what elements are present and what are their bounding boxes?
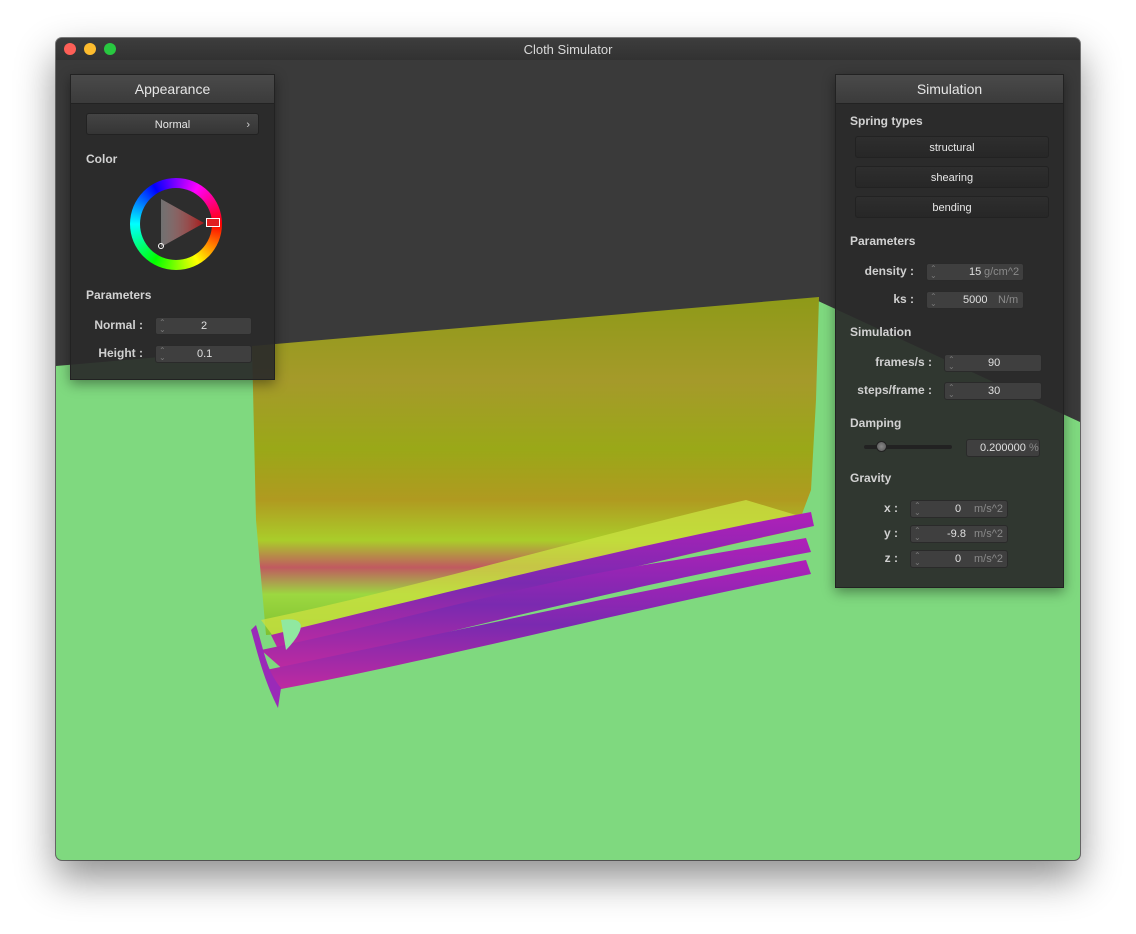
color-wheel[interactable] xyxy=(130,178,222,270)
gravity-y-unit: m/s^2 xyxy=(974,528,1003,540)
gravity-y-label: y : xyxy=(883,526,898,540)
spinner-arrows-icon[interactable]: ⌃ ⌄ xyxy=(930,293,937,308)
normal-input[interactable]: ⌃ ⌄ 2 xyxy=(155,317,252,335)
damping-input[interactable]: 0.200000 % xyxy=(966,439,1040,457)
damping-unit: % xyxy=(1029,442,1039,454)
gravity-z-input[interactable]: ⌃ ⌄ 0 m/s^2 xyxy=(910,550,1008,568)
shader-select[interactable]: Normal › xyxy=(86,113,259,135)
shearing-toggle[interactable]: shearing xyxy=(855,166,1049,188)
window-title: Cloth Simulator xyxy=(523,42,613,57)
density-value: 15 xyxy=(969,266,982,278)
spinner-arrows-icon[interactable]: ⌃ ⌄ xyxy=(159,319,166,334)
app-window: Cloth Simulator Appearance Normal › Colo… xyxy=(56,38,1080,860)
title-bar: Cloth Simulator xyxy=(56,38,1080,61)
spinner-arrows-icon[interactable]: ⌃ ⌄ xyxy=(930,265,937,280)
bending-toggle[interactable]: bending xyxy=(855,196,1049,218)
damping-slider-thumb[interactable] xyxy=(876,441,887,452)
3d-viewport[interactable]: Appearance Normal › Color Parameters Nor… xyxy=(56,60,1080,860)
spinner-arrows-icon[interactable]: ⌃ ⌄ xyxy=(159,347,166,362)
frames-per-second-input[interactable]: ⌃ ⌄ 90 xyxy=(944,354,1042,372)
steps-per-frame-label: steps/frame : xyxy=(857,383,932,397)
parameters-section-label: Parameters xyxy=(86,288,152,302)
gravity-x-input[interactable]: ⌃ ⌄ 0 m/s^2 xyxy=(910,500,1008,518)
simulation-panel: Simulation Spring types structural shear… xyxy=(835,74,1064,588)
ks-label: ks : xyxy=(893,292,914,306)
simulation-panel-title: Simulation xyxy=(836,75,1063,104)
normal-label: Normal : xyxy=(94,318,143,332)
gravity-section-label: Gravity xyxy=(850,471,892,485)
shader-select-value: Normal xyxy=(154,119,191,131)
ks-input[interactable]: ⌃ ⌄ 5000 N/m xyxy=(926,291,1024,309)
spinner-arrows-icon[interactable]: ⌃ ⌄ xyxy=(914,527,921,542)
frames-per-second-label: frames/s : xyxy=(875,355,932,369)
gravity-z-value: 0 xyxy=(955,553,962,565)
steps-per-frame-value: 30 xyxy=(988,385,1001,397)
chevron-right-icon: › xyxy=(246,119,250,131)
appearance-panel-title: Appearance xyxy=(71,75,274,104)
ks-unit: N/m xyxy=(998,294,1019,306)
density-unit: g/cm^2 xyxy=(984,266,1020,278)
color-section-label: Color xyxy=(86,152,118,166)
steps-per-frame-input[interactable]: ⌃ ⌄ 30 xyxy=(944,382,1042,400)
damping-slider[interactable] xyxy=(864,441,952,453)
gravity-x-label: x : xyxy=(883,501,898,515)
density-label: density : xyxy=(864,264,914,278)
spinner-arrows-icon[interactable]: ⌃ ⌄ xyxy=(948,356,955,371)
height-label: Height : xyxy=(98,346,143,360)
hue-selector-handle[interactable] xyxy=(206,218,220,227)
height-input[interactable]: ⌃ ⌄ 0.1 xyxy=(155,345,252,363)
damping-value: 0.200000 xyxy=(980,442,1026,454)
spinner-arrows-icon[interactable]: ⌃ ⌄ xyxy=(914,552,921,567)
gravity-y-value: -9.8 xyxy=(947,528,966,540)
frames-per-second-value: 90 xyxy=(988,357,1001,369)
spinner-arrows-icon[interactable]: ⌃ ⌄ xyxy=(914,502,921,517)
gravity-z-label: z : xyxy=(884,551,898,565)
ks-value: 5000 xyxy=(963,294,988,306)
structural-toggle[interactable]: structural xyxy=(855,136,1049,158)
simulation-section-label: Simulation xyxy=(850,325,912,339)
parameters-section-label: Parameters xyxy=(850,234,916,248)
gravity-x-value: 0 xyxy=(955,503,962,515)
spring-types-label: Spring types xyxy=(850,114,923,128)
height-value: 0.1 xyxy=(197,348,213,360)
appearance-panel: Appearance Normal › Color Parameters Nor… xyxy=(70,74,275,380)
gravity-x-unit: m/s^2 xyxy=(974,503,1003,515)
gravity-y-input[interactable]: ⌃ ⌄ -9.8 m/s^2 xyxy=(910,525,1008,543)
gravity-z-unit: m/s^2 xyxy=(974,553,1003,565)
damping-section-label: Damping xyxy=(850,416,902,430)
density-input[interactable]: ⌃ ⌄ 15 g/cm^2 xyxy=(926,263,1024,281)
normal-value: 2 xyxy=(201,320,208,332)
spinner-arrows-icon[interactable]: ⌃ ⌄ xyxy=(948,384,955,399)
